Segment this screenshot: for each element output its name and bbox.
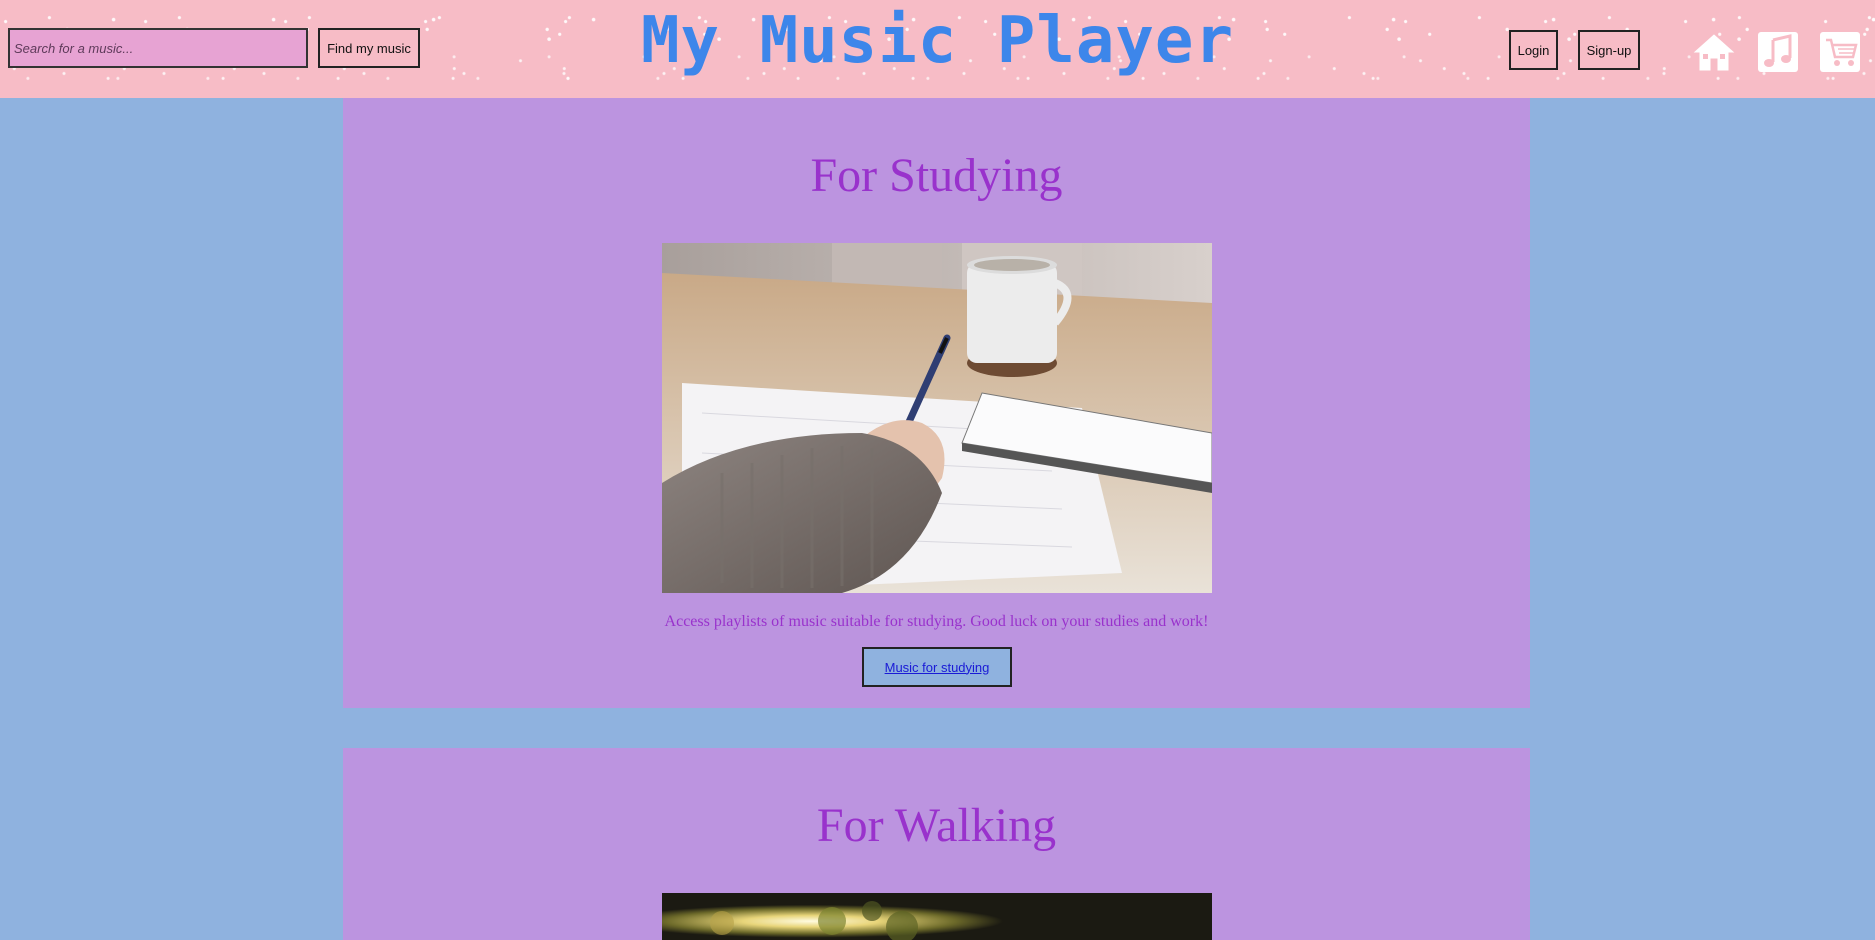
- shopping-cart-icon[interactable]: [1818, 30, 1862, 74]
- home-icon[interactable]: [1692, 30, 1736, 74]
- card-title: For Studying: [810, 149, 1063, 202]
- login-button[interactable]: Login: [1509, 30, 1558, 70]
- music-for-studying-button[interactable]: Music for studying: [862, 647, 1012, 687]
- signup-button[interactable]: Sign-up: [1578, 30, 1640, 70]
- site-header: Find my music My Music Player Login Sign…: [0, 0, 1875, 98]
- card-description: Access playlists of music suitable for s…: [664, 613, 1209, 630]
- walking-photo: [662, 893, 1212, 940]
- music-for-studying-link[interactable]: Music for studying: [885, 660, 990, 675]
- music-note-icon[interactable]: [1756, 30, 1800, 74]
- walking-card: For Walking: [343, 748, 1530, 940]
- studying-photo: [662, 243, 1212, 593]
- card-title: For Walking: [816, 799, 1057, 852]
- studying-card: For Studying Access playlists of music s…: [343, 98, 1530, 708]
